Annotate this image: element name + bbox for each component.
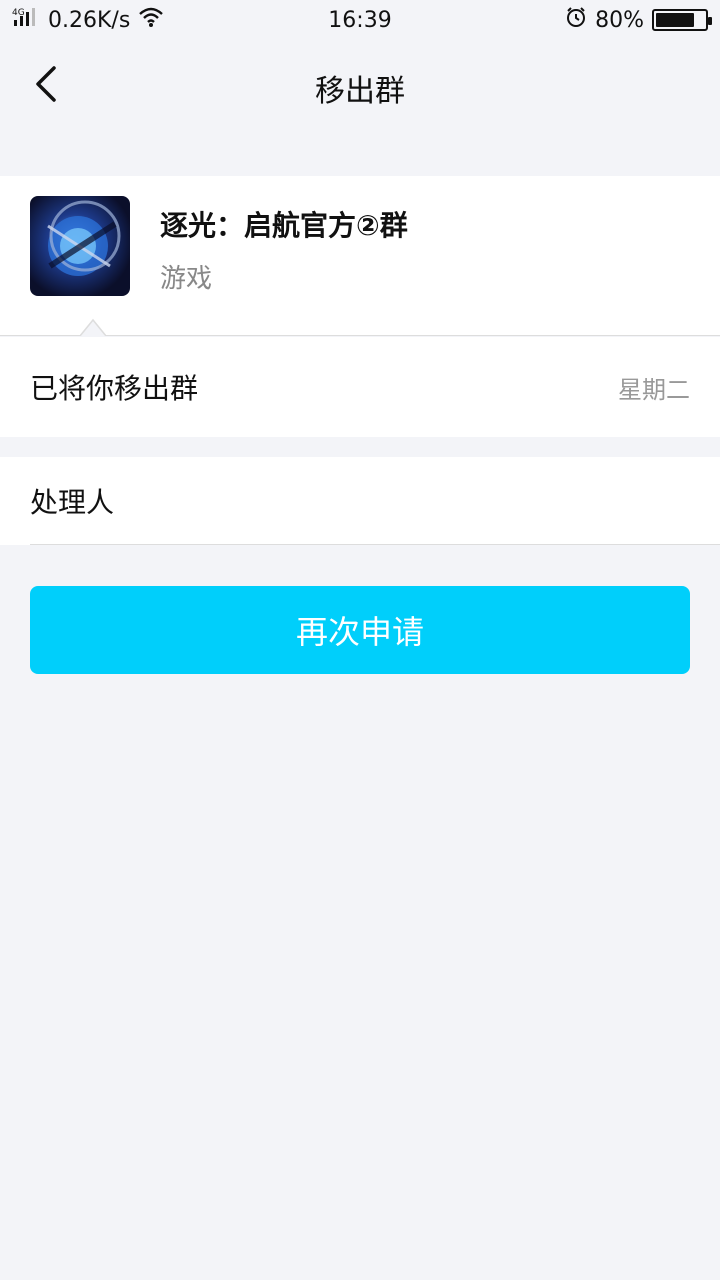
cellular-signal-icon: 4G [12, 6, 40, 34]
message-time: 星期二 [618, 375, 690, 404]
nav-bar: 移出群 [0, 40, 720, 136]
wifi-icon [138, 6, 164, 34]
battery-level [656, 13, 695, 27]
alarm-icon [565, 6, 587, 34]
group-card[interactable]: 逐光：启航官方②群 游戏 [0, 176, 720, 336]
reapply-button[interactable]: 再次申请 [30, 586, 690, 674]
back-button[interactable] [22, 62, 70, 110]
removal-message-row: 已将你移出群 星期二 [0, 337, 720, 437]
divider [30, 544, 720, 545]
page-title: 移出群 [315, 74, 405, 109]
status-bar: 4G 0.26K/s 16:39 80% [0, 0, 720, 40]
chevron-left-icon [32, 64, 60, 108]
handler-row[interactable]: 处理人 [0, 457, 720, 545]
battery-percent: 80% [595, 7, 644, 33]
battery-icon [652, 9, 712, 31]
status-left: 4G 0.26K/s [12, 6, 164, 34]
removal-message: 已将你移出群 [30, 372, 199, 405]
group-type: 游戏 [160, 264, 213, 294]
pointer-caret-icon [80, 318, 106, 336]
group-avatar-image [47, 200, 121, 276]
group-name: 逐光：启航官方②群 [160, 209, 408, 242]
status-right: 80% [565, 6, 712, 34]
network-speed: 0.26K/s [48, 7, 131, 33]
handler-label: 处理人 [30, 486, 115, 519]
group-avatar[interactable] [30, 196, 130, 296]
